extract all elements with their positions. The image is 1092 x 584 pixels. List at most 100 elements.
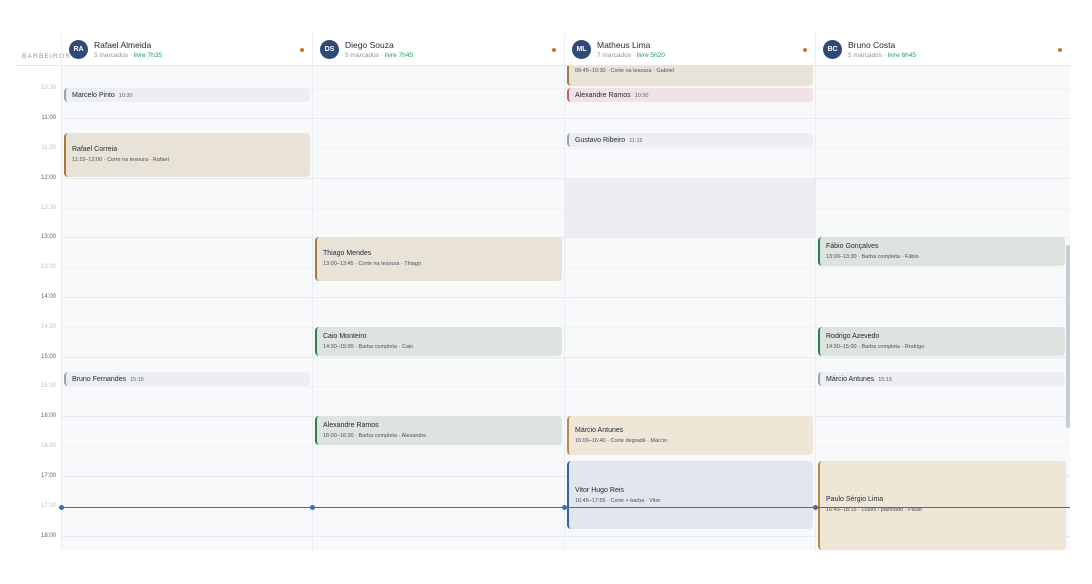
status-dot-icon	[1058, 48, 1062, 52]
barber-name: Rafael Almeida	[94, 40, 152, 50]
separator: ·	[883, 52, 886, 59]
time-label: 11:30	[41, 145, 56, 151]
client-name: Rodrigo Azevedo	[826, 333, 880, 340]
free-time: livre 6h45	[887, 52, 916, 59]
time-label: 10:30	[40, 85, 56, 91]
appointment-time: 10:30	[634, 93, 649, 99]
appointment-card[interactable]: Paulo Sérgio Lima 16:45–18:15 · Luzes / …	[818, 461, 1066, 550]
appointment-detail: 16:00–16:40 · Corte degradê · Márcio	[575, 438, 668, 444]
appointment-chip[interactable]: Alexandre Ramos 10:30	[567, 88, 813, 102]
appointment-detail: 11:15–12:00 · Corte na tesoura · Rafael	[72, 157, 169, 163]
free-time: livre 7h35	[133, 52, 162, 59]
client-name: Alexandre Ramos	[323, 422, 379, 429]
appointment-detail: 16:45–17:55 · Corte + barba · Vitor	[575, 498, 661, 504]
separator: ·	[380, 52, 383, 59]
appointment-time: 15:15	[878, 377, 893, 383]
appointment-card[interactable]: Alexandre Ramos 16:00–16:30 · Barba comp…	[315, 416, 562, 445]
barber-column-bruno[interactable]: Fábio Gonçalves 13:00–13:30 · Barba comp…	[815, 66, 1070, 550]
barber-name: Matheus Lima	[597, 40, 651, 50]
avatar: RA	[69, 40, 88, 59]
time-label: 15:30	[40, 383, 56, 389]
appointment-card[interactable]: Rodrigo Azevedo 14:30–15:00 · Barba comp…	[818, 327, 1065, 356]
barber-column-header-matheus[interactable]: ML Matheus Lima 7 marcados · livre 5h20	[564, 33, 815, 66]
appointment-card[interactable]: Thiago Mendes 13:00–13:45 · Corte na tes…	[315, 237, 562, 281]
appointment-detail: 16:00–16:30 · Barba completa · Alexandre	[323, 433, 427, 439]
barber-column-matheus[interactable]: 09:45–10:30 · Corte na tesoura · Gabriel…	[564, 62, 815, 550]
barber-name: Diego Souza	[345, 40, 394, 50]
time-label: 15:00	[40, 354, 56, 360]
appointment-card[interactable]: Márcio Antunes 16:00–16:40 · Corte degra…	[567, 416, 813, 455]
time-gutter: 10:30 11:00 11:30 12:00 12:30 13:00 13:3…	[16, 66, 61, 550]
separator: ·	[632, 52, 635, 59]
barbers-header: BARBEIROS RA Rafael Almeida 5 marcados ·…	[16, 33, 1070, 66]
barber-column-diego[interactable]: Thiago Mendes 13:00–13:45 · Corte na tes…	[312, 66, 564, 550]
booked-count: 5 marcados	[345, 52, 379, 59]
current-time-dot-icon	[310, 505, 315, 510]
barber-column-header-rafael[interactable]: RA Rafael Almeida 5 marcados · livre 7h3…	[61, 33, 312, 66]
free-time: livre 7h45	[384, 52, 413, 59]
appointment-chip[interactable]: Márcio Antunes 15:15	[818, 372, 1065, 386]
appointment-card[interactable]: Vitor Hugo Reis 16:45–17:55 · Corte + ba…	[567, 461, 813, 529]
time-label: 17:30	[40, 503, 56, 509]
time-label: 11:00	[41, 115, 56, 121]
appointment-chip[interactable]: Bruno Fernandes 15:15	[64, 372, 310, 386]
barber-column-header-diego[interactable]: DS Diego Souza 5 marcados · livre 7h45	[312, 33, 564, 66]
booked-count: 7 marcados	[597, 52, 631, 59]
client-name: Bruno Fernandes	[72, 376, 127, 383]
time-label: 13:00	[40, 234, 56, 240]
appointment-card[interactable]: Caio Monteiro 14:30–15:00 · Barba comple…	[315, 327, 562, 356]
client-name: Fábio Gonçalves	[826, 243, 879, 250]
client-name: Alexandre Ramos	[575, 92, 631, 99]
booked-count: 5 marcados	[848, 52, 882, 59]
appointment-detail: 13:00–13:30 · Barba completa · Fábio	[826, 254, 919, 260]
time-label: 13:30	[40, 264, 56, 270]
appointment-card[interactable]: Fábio Gonçalves 13:00–13:30 · Barba comp…	[818, 237, 1065, 266]
client-name: Caio Monteiro	[323, 333, 367, 340]
time-label: 16:00	[40, 413, 56, 419]
time-label: 18:00	[40, 533, 56, 539]
barber-stats: 5 marcados · livre 7h45	[345, 52, 413, 59]
client-name: Thiago Mendes	[323, 250, 372, 257]
booked-count: 5 marcados	[94, 52, 128, 59]
appointment-time: 15:15	[130, 377, 144, 383]
time-label: 12:30	[40, 205, 56, 211]
appointment-detail: 14:30–15:00 · Barba completa · Caio	[323, 344, 414, 350]
client-name: Gustavo Ribeiro	[575, 137, 626, 144]
appointment-detail: 14:30–15:00 · Barba completa · Rodrigo	[826, 344, 925, 350]
status-dot-icon	[552, 48, 556, 52]
current-time-dot-icon	[813, 505, 818, 510]
avatar: ML	[572, 40, 591, 59]
appointment-chip[interactable]: Marcelo Pinto 10:30	[64, 88, 310, 102]
appointment-detail: 13:00–13:45 · Corte na tesoura · Thiago	[323, 261, 422, 267]
current-time-dot-icon	[562, 505, 567, 510]
barber-stats: 5 marcados · livre 7h35	[94, 52, 162, 59]
barber-stats: 7 marcados · livre 5h20	[597, 52, 665, 59]
barber-column-rafael[interactable]: Marcelo Pinto 10:30 Rafael Correia 11:15–…	[61, 58, 312, 550]
barber-column-header-bruno[interactable]: BC Bruno Costa 5 marcados · livre 6h45	[815, 33, 1070, 66]
time-label: 14:30	[40, 324, 56, 330]
status-dot-icon	[300, 48, 304, 52]
appointment-chip[interactable]: Gustavo Ribeiro 11:15	[567, 133, 813, 147]
appointment-detail: 09:45–10:30 · Corte na tesoura · Gabriel	[575, 68, 675, 74]
barbers-gutter: BARBEIROS	[16, 33, 70, 66]
avatar: DS	[320, 40, 339, 59]
client-name: Marcelo Pinto	[72, 92, 115, 99]
avatar: BC	[823, 40, 842, 59]
free-time: livre 5h20	[636, 52, 665, 59]
current-time-dot-icon	[59, 505, 64, 510]
client-name: Vitor Hugo Reis	[575, 487, 624, 494]
barber-stats: 5 marcados · livre 6h45	[848, 52, 916, 59]
barber-name: Bruno Costa	[848, 40, 896, 50]
time-label: 14:00	[40, 294, 56, 300]
time-label: 16:30	[40, 443, 56, 449]
status-dot-icon	[803, 48, 807, 52]
appointment-card[interactable]: Rafael Correia 11:15–12:00 · Corte na te…	[64, 133, 310, 177]
vertical-scrollbar[interactable]	[1066, 245, 1070, 428]
client-name: Paulo Sérgio Lima	[826, 496, 884, 503]
schedule-calendar: BARBEIROS RA Rafael Almeida 5 marcados ·…	[16, 33, 1070, 550]
client-name: Rafael Correia	[72, 146, 118, 153]
time-label: 17:00	[40, 473, 56, 479]
appointment-time: 10:30	[118, 93, 133, 99]
separator: ·	[129, 52, 132, 59]
time-grid[interactable]: 10:30 11:00 11:30 12:00 12:30 13:00 13:3…	[16, 58, 1070, 550]
